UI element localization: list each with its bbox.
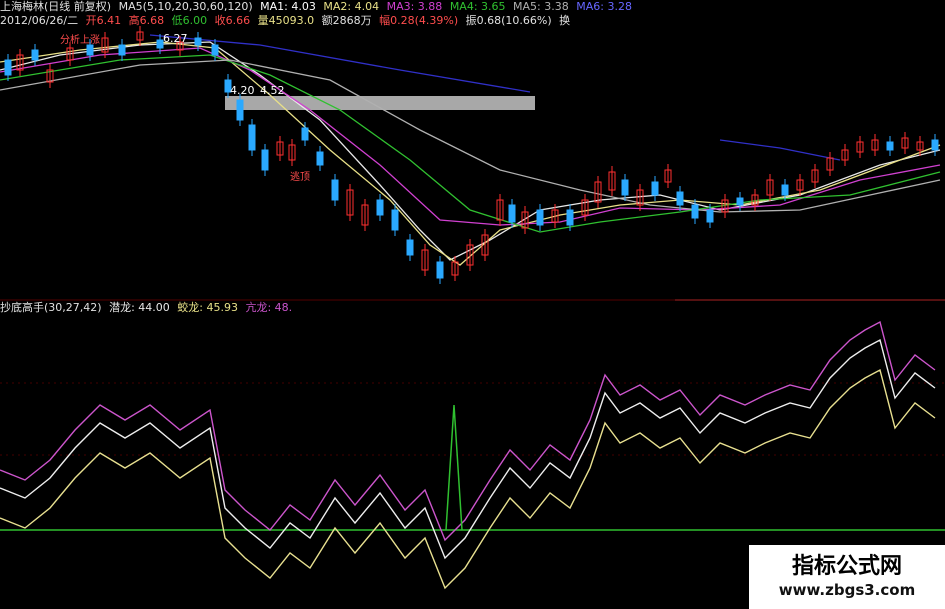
candle-body: [706, 209, 714, 223]
candle-body: [886, 141, 894, 151]
candle-body: [236, 99, 244, 121]
candle-body: [391, 209, 399, 231]
ma-line: [0, 41, 941, 266]
signal-split-label: 分析上涨: [60, 35, 100, 46]
candle-body: [86, 44, 94, 56]
indicator-line-magenta: [0, 320, 936, 542]
ma-params: MA5(5,10,20,30,60,120): [118, 0, 253, 13]
change: 幅0.28(4.39%): [379, 14, 459, 27]
kanglong-value: 亢龙: 48.: [245, 301, 293, 314]
candle-body: [931, 139, 939, 151]
candle-body: [261, 149, 269, 171]
ma6-value: MA6: 3.28: [576, 0, 632, 13]
ma-line: [719, 139, 841, 161]
watermark-title: 指标公式网: [791, 554, 902, 579]
candle-body: [621, 179, 629, 196]
date: 2012/06/26/二: [0, 14, 79, 27]
indicator-bar: 抄底高手(30,27,42) 潜龙: 44.00 蛟龙: 45.93 亢龙: 4…: [0, 301, 296, 315]
jiaolong-value: 蛟龙: 45.93: [177, 301, 238, 314]
candle-body: [406, 239, 414, 256]
watermark-url: www.zbgs3.com: [778, 581, 916, 599]
open: 开6.41: [85, 14, 122, 27]
candle-body: [676, 191, 684, 206]
low-box-price: 4.52: [260, 84, 285, 97]
candle-body: [536, 209, 544, 226]
amount: 额2868万: [321, 14, 372, 27]
low-box-prefix: 4.20: [230, 84, 255, 97]
candle-body: [331, 179, 339, 201]
close: 收6.66: [214, 14, 251, 27]
signal-top-label: 逃顶: [290, 172, 310, 183]
stock-title: 上海梅林(日线 前复权): [0, 0, 112, 13]
indicator-spike: [445, 404, 463, 531]
ma4-value: MA4: 3.65: [449, 0, 506, 13]
header-bar: 上海梅林(日线 前复权) MA5(5,10,20,30,60,120) MA1:…: [0, 0, 636, 14]
candle-body: [691, 204, 699, 219]
candle-body: [194, 37, 202, 46]
ma1-value: MA1: 4.03: [260, 0, 316, 13]
high: 高6.68: [128, 14, 165, 27]
turnover: 换: [559, 14, 571, 27]
candle-body: [118, 44, 126, 56]
volume: 量45093.0: [257, 14, 315, 27]
info-bar: 2012/06/26/二 开6.41 高6.68 低6.00 收6.66 量45…: [0, 14, 574, 28]
indicator-name: 抄底高手(30,27,42): [0, 301, 102, 314]
ma-line: [0, 41, 941, 261]
candle-body: [31, 49, 39, 61]
candle-body: [248, 124, 256, 151]
low: 低6.00: [171, 14, 208, 27]
high-price-label: 6.27: [163, 32, 188, 45]
candle-body: [316, 151, 324, 166]
ma-line: [149, 34, 531, 93]
indicator-line-white: [0, 338, 936, 560]
candle-body: [566, 209, 574, 226]
watermark-logo: 指标公式网 www.zbgs3.com: [749, 545, 945, 609]
candle-body: [508, 204, 516, 223]
ma3-value: MA3: 3.88: [386, 0, 443, 13]
ma2-value: MA2: 4.04: [323, 0, 380, 13]
ma5-value: MA5: 3.38: [513, 0, 569, 13]
candle-body: [436, 261, 444, 279]
candle-body: [781, 184, 789, 196]
candle-body: [376, 199, 384, 216]
candle-body: [651, 181, 659, 196]
qianlong-value: 潜龙: 44.00: [109, 301, 170, 314]
candle-body: [736, 197, 744, 206]
ma-line: [0, 59, 941, 213]
candle-body: [301, 127, 309, 141]
amplitude: 振0.68(10.66%): [465, 14, 552, 27]
candle-body: [4, 59, 12, 76]
candle-body: [211, 44, 219, 56]
